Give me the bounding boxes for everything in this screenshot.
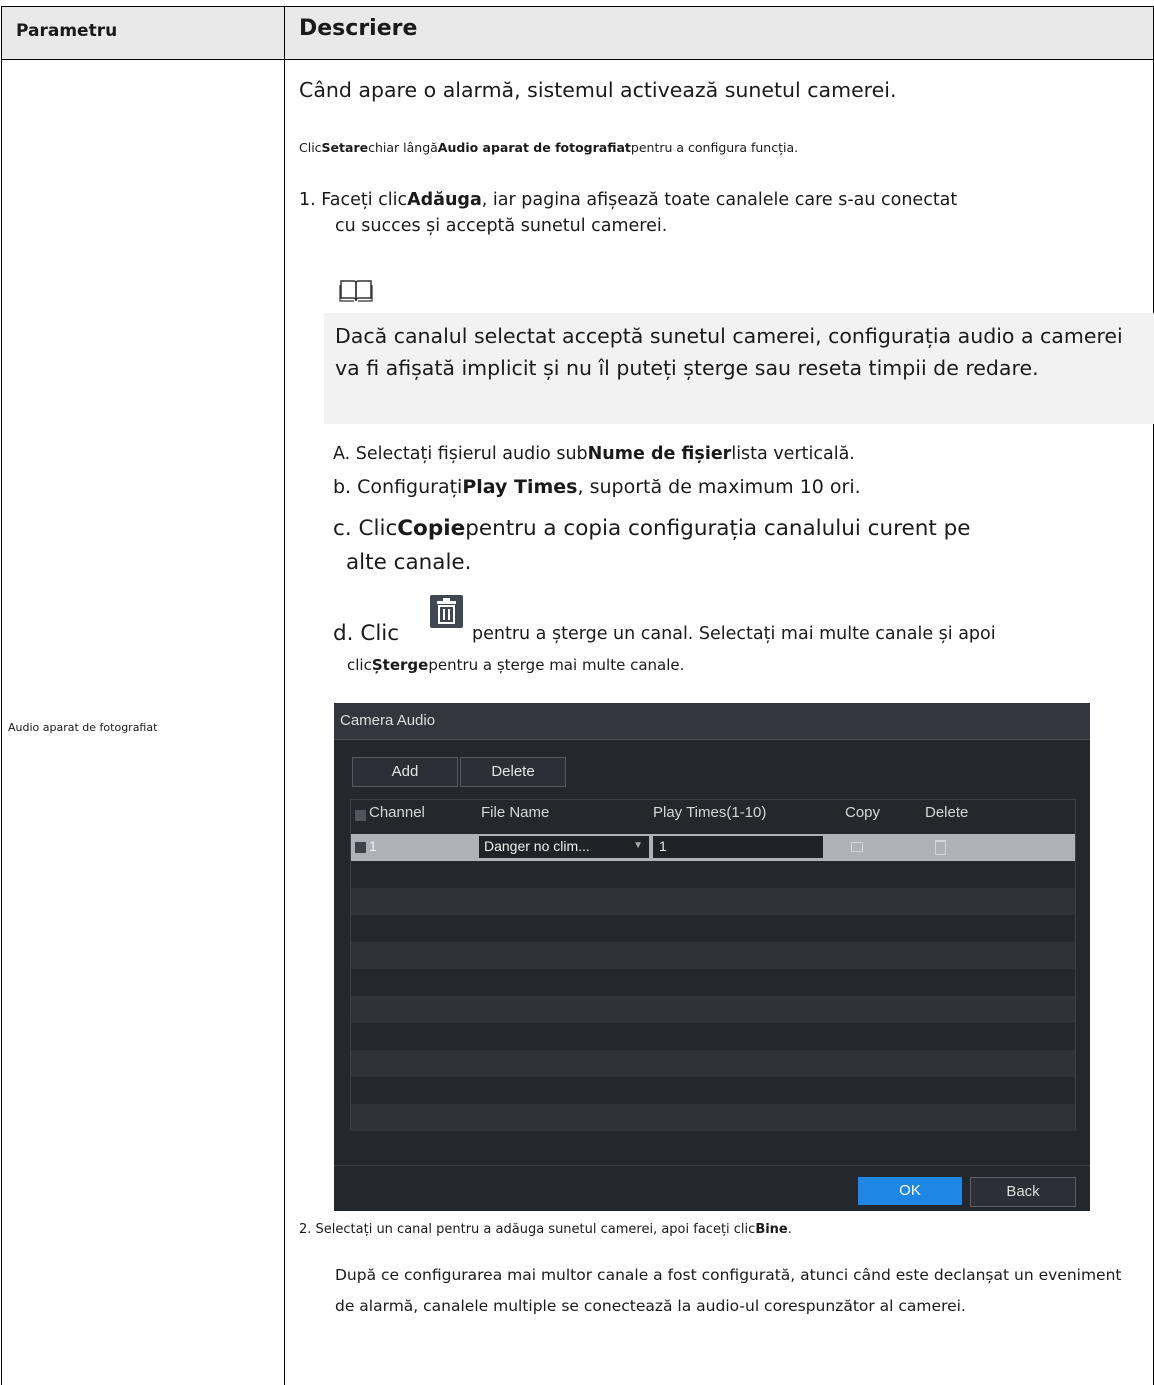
- trash-icon: [430, 595, 463, 628]
- delete-row-icon[interactable]: [935, 840, 946, 855]
- step-2: 2. Selectați un canal pentru a adăuga su…: [299, 1222, 792, 1237]
- file-name-value: Danger no clim...: [484, 838, 590, 854]
- final-paragraph: După ce configurarea mai multor canale a…: [335, 1266, 1122, 1315]
- file-name-select[interactable]: Danger no clim... ▼: [479, 836, 649, 858]
- camera-audio-dialog: Camera Audio Add Delete Channel File Nam…: [334, 703, 1090, 1211]
- substep-c-continued: alte canale.: [346, 550, 472, 575]
- dialog-title: Camera Audio: [340, 712, 436, 729]
- substep-c: c. ClicCopiepentru a copia configurația …: [333, 516, 971, 541]
- table-row: [351, 996, 1075, 1023]
- step-1: 1. Faceți clicAdăuga, iar pagina afișeaz…: [299, 190, 958, 210]
- row-checkbox[interactable]: [355, 842, 366, 853]
- intro-text: Când apare o alarmă, sistemul activează …: [299, 78, 897, 102]
- substep-d-text: pentru a șterge un canal. Selectați mai …: [472, 624, 996, 644]
- delete-button[interactable]: Delete: [460, 757, 566, 787]
- column-header-channel: Channel: [369, 804, 425, 821]
- substep-b: b. ConfigurațiPlay Times, suportă de max…: [333, 476, 861, 498]
- dialog-footer-divider: [334, 1165, 1090, 1166]
- copy-icon[interactable]: [851, 842, 863, 852]
- column-divider: [284, 6, 285, 1385]
- table-row: [351, 861, 1075, 888]
- table-row[interactable]: 1 Danger no clim... ▼ 1: [351, 834, 1075, 861]
- table-row: [351, 1104, 1075, 1131]
- select-all-checkbox[interactable]: [355, 810, 366, 821]
- add-button[interactable]: Add: [352, 757, 458, 787]
- book-icon: [339, 279, 373, 307]
- table-row: [351, 1077, 1075, 1104]
- step-1-continued: cu succes și acceptă sunetul camerei.: [335, 216, 668, 236]
- table-header: [1, 7, 1154, 59]
- play-times-input[interactable]: 1: [653, 836, 823, 858]
- play-times-value: 1: [659, 838, 667, 854]
- parameter-name: Audio aparat de fotografiat: [8, 721, 158, 734]
- table-row: [351, 1023, 1075, 1050]
- channel-number: 1: [369, 838, 377, 854]
- setup-instruction: ClicSetarechiar lângăAudio aparat de fot…: [299, 140, 799, 155]
- column-header-delete: Delete: [925, 804, 969, 821]
- table-row: [351, 942, 1075, 969]
- substep-d: d. Clic: [333, 621, 400, 646]
- header-parameter: Parametru: [16, 21, 118, 41]
- column-header-copy: Copy: [845, 804, 881, 821]
- column-header-file-name: File Name: [481, 804, 550, 821]
- channel-grid: Channel File Name Play Times(1-10) Copy …: [350, 799, 1076, 1131]
- table-row: [351, 888, 1075, 915]
- note-text: Dacă canalul selectat acceptă sunetul ca…: [335, 324, 1123, 380]
- header-divider: [1, 59, 1154, 60]
- dialog-titlebar: Camera Audio: [334, 703, 1090, 740]
- column-header-play-times: Play Times(1-10): [653, 804, 767, 821]
- substep-d-continued: clicȘtergepentru a șterge mai multe cana…: [347, 656, 685, 674]
- back-button[interactable]: Back: [970, 1177, 1076, 1207]
- table-border-left: [1, 6, 2, 1385]
- table-row: [351, 1050, 1075, 1077]
- chevron-down-icon: ▼: [633, 840, 643, 851]
- table-border-top: [1, 6, 1154, 7]
- substep-a: A. Selectați fișierul audio subNume de f…: [333, 444, 855, 464]
- ok-button[interactable]: OK: [858, 1177, 962, 1205]
- header-description: Descriere: [299, 16, 418, 41]
- table-row: [351, 969, 1075, 996]
- table-row: [351, 915, 1075, 942]
